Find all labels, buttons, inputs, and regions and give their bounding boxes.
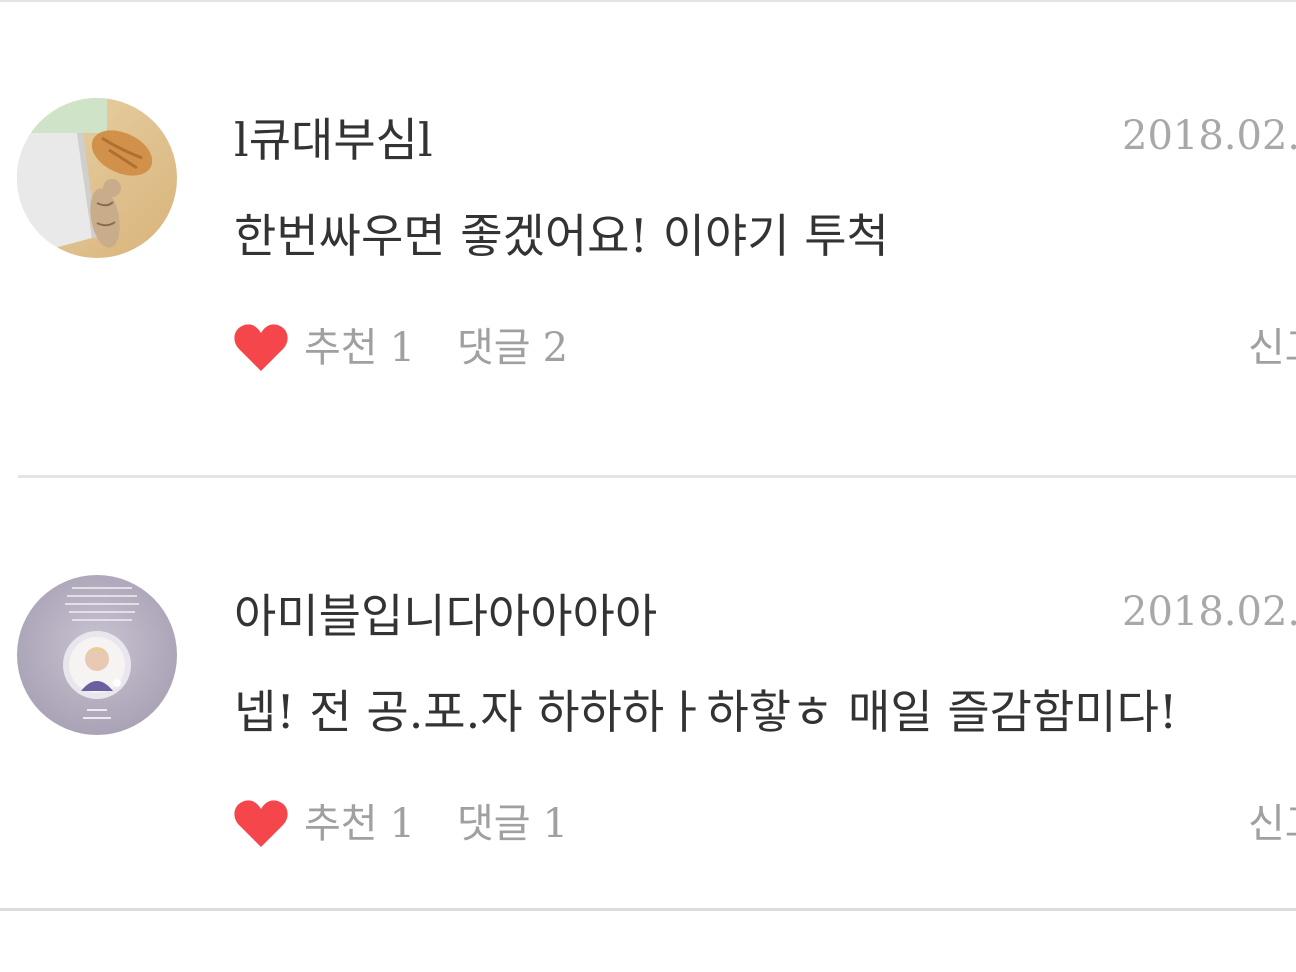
comment-actions: 추천 1 댓글 2 신고 bbox=[232, 318, 1296, 378]
like-count: 1 bbox=[389, 801, 416, 847]
like-label: 추천 bbox=[304, 801, 378, 847]
bottom-divider bbox=[0, 908, 1296, 911]
like-button[interactable]: 추천 1 bbox=[232, 318, 415, 378]
reply-label: 댓글 bbox=[457, 801, 531, 847]
reply-label: 댓글 bbox=[457, 325, 531, 371]
comment-item: 아미블입니다아아아아 2018.02.0 넵! 전 공.포.자 하하하ㅏ하핳ㅎ … bbox=[0, 476, 1296, 876]
avatar[interactable] bbox=[17, 98, 177, 258]
cat-photo-avatar bbox=[17, 98, 177, 258]
comment-text: 한번싸우면 좋겠어요! 이야기 투척 bbox=[234, 209, 889, 263]
comment-item: l큐대부심l 2018.02.0 한번싸우면 좋겠어요! 이야기 투척 추천 1… bbox=[0, 0, 1296, 400]
report-button[interactable]: 신고 bbox=[1248, 794, 1296, 854]
heart-icon bbox=[234, 800, 288, 847]
like-label: 추천 bbox=[304, 325, 378, 371]
comment-text: 넵! 전 공.포.자 하하하ㅏ하핳ㅎ 매일 즐감함미다! bbox=[234, 685, 1178, 739]
report-button[interactable]: 신고 bbox=[1248, 318, 1296, 378]
lavender-card-avatar bbox=[17, 575, 177, 735]
comment-date: 2018.02.0 bbox=[1122, 113, 1296, 159]
reply-button[interactable]: 댓글 1 bbox=[457, 794, 568, 854]
comment-date: 2018.02.0 bbox=[1122, 589, 1296, 635]
like-count: 1 bbox=[389, 325, 416, 371]
avatar[interactable] bbox=[17, 575, 177, 735]
like-button[interactable]: 추천 1 bbox=[232, 794, 415, 854]
reply-count: 2 bbox=[542, 325, 569, 371]
comment-author[interactable]: l큐대부심l bbox=[234, 110, 433, 170]
reply-count: 1 bbox=[542, 801, 569, 847]
reply-button[interactable]: 댓글 2 bbox=[457, 318, 568, 378]
comment-author[interactable]: 아미블입니다아아아아 bbox=[234, 586, 657, 646]
heart-icon bbox=[234, 324, 288, 371]
comment-actions: 추천 1 댓글 1 신고 bbox=[232, 794, 1296, 854]
